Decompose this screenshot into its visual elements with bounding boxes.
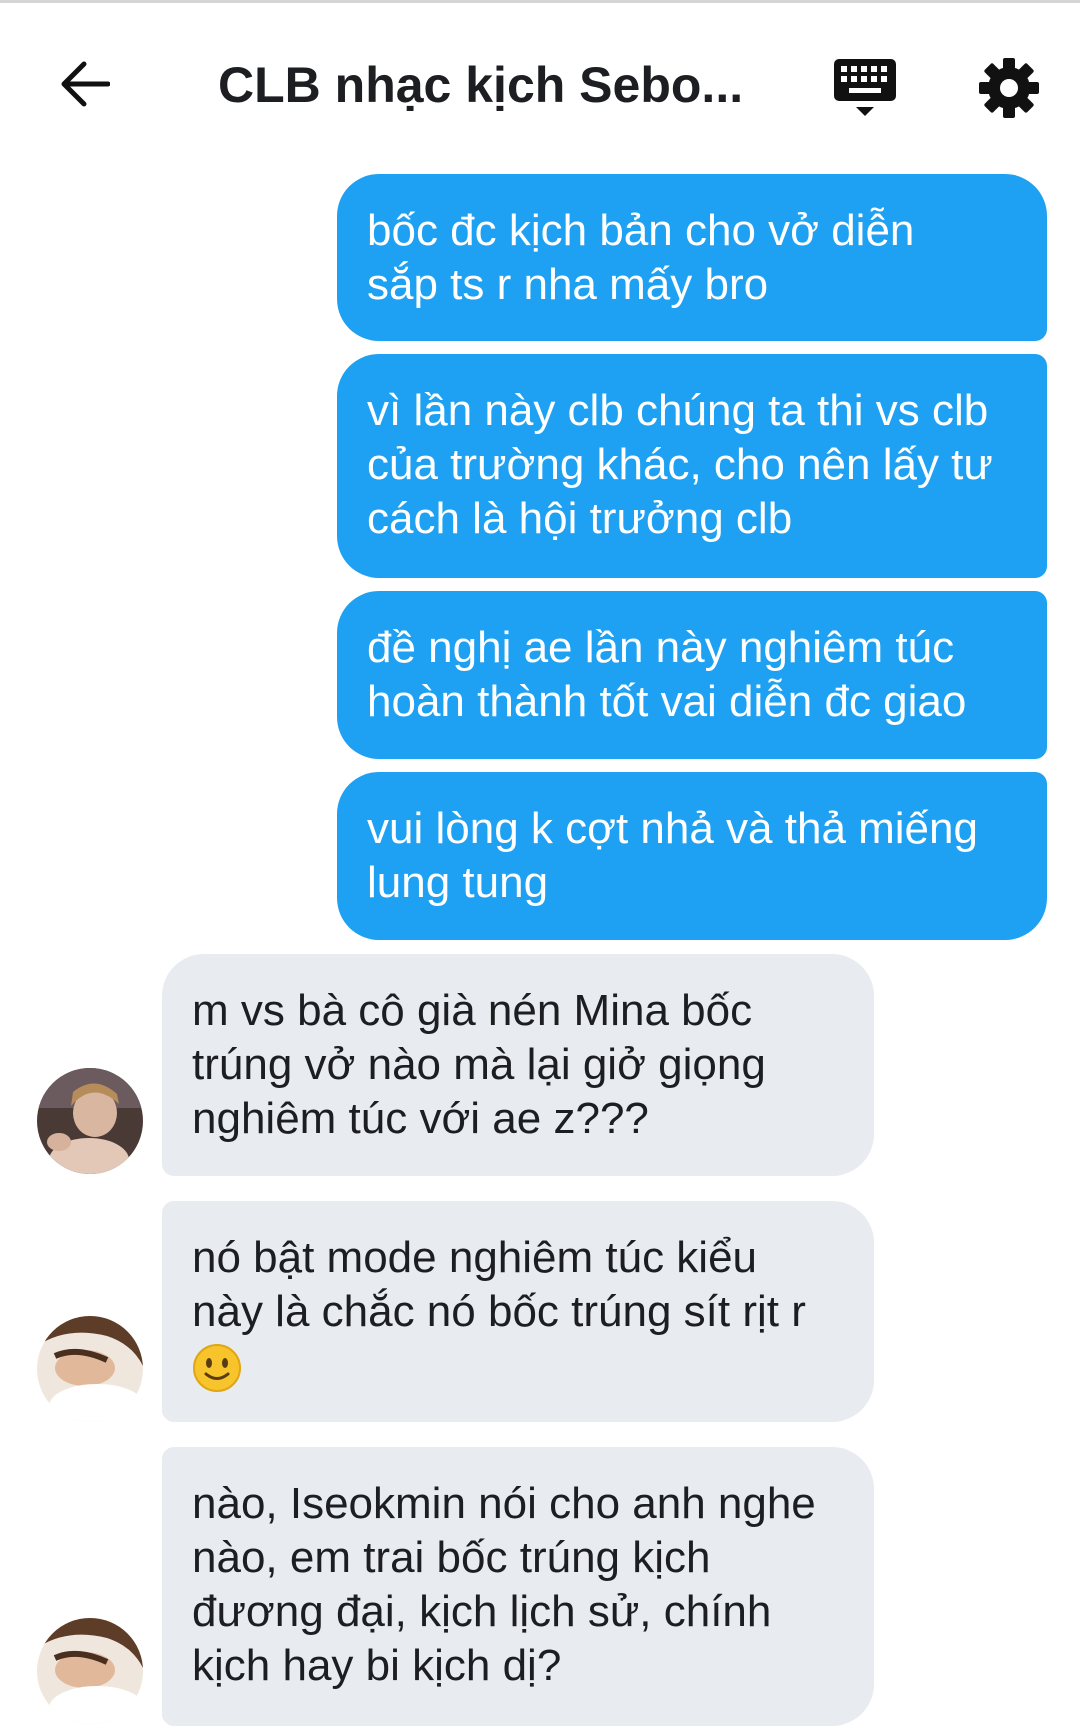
message-line: này là chắc nó bốc trúng sít rịt r xyxy=(192,1287,806,1336)
avatar[interactable] xyxy=(37,1316,143,1422)
arrow-left-icon xyxy=(61,61,110,107)
message-line: sắp ts r nha mấy bro xyxy=(367,260,769,309)
message-line: lung tung xyxy=(367,858,549,907)
back-button[interactable] xyxy=(48,48,120,120)
message-line: vui lòng k cợt nhả và thả miếng xyxy=(367,804,978,853)
message-line: của trường khác, cho nên lấy tư xyxy=(367,440,993,489)
settings-button[interactable] xyxy=(974,53,1044,123)
outgoing-message[interactable]: vì lần này clb chúng ta thi vs clb của t… xyxy=(337,354,1047,578)
message-line: m vs bà cô già nén Mina bốc xyxy=(192,986,753,1035)
message-line: kịch hay bi kịch dị? xyxy=(192,1641,562,1690)
keyboard-icon xyxy=(834,59,896,116)
incoming-message[interactable]: nào, Iseokmin nói cho anh nghe nào, em t… xyxy=(162,1447,874,1726)
message-line: nó bật mode nghiêm túc kiểu xyxy=(192,1233,758,1282)
avatar[interactable] xyxy=(37,1618,143,1724)
outgoing-message[interactable]: bốc đc kịch bản cho vở diễn sắp ts r nha… xyxy=(337,174,1047,341)
conversation-title[interactable]: CLB nhạc kịch Sebo... xyxy=(218,55,743,115)
keyboard-button[interactable] xyxy=(830,55,900,125)
message-line: đương đại, kịch lịch sử, chính xyxy=(192,1587,772,1636)
message-line: bốc đc kịch bản cho vở diễn xyxy=(367,206,915,255)
message-line: cách là hội trưởng clb xyxy=(367,494,793,543)
message-line: nghiêm túc với ae z??? xyxy=(192,1094,649,1143)
chat-header: CLB nhạc kịch Sebo... xyxy=(0,3,1080,163)
message-line: hoàn thành tốt vai diễn đc giao xyxy=(367,677,967,726)
outgoing-message[interactable]: vui lòng k cợt nhả và thả miếng lung tun… xyxy=(337,772,1047,940)
incoming-message[interactable]: nó bật mode nghiêm túc kiểu này là chắc … xyxy=(162,1201,874,1422)
slightly-smiling-face-icon xyxy=(192,1343,844,1406)
incoming-message[interactable]: m vs bà cô già nén Mina bốc trúng vở nào… xyxy=(162,954,874,1176)
message-line: trúng vở nào mà lại giở giọng xyxy=(192,1040,766,1089)
message-line: đề nghị ae lần này nghiêm túc xyxy=(367,623,955,672)
gear-icon xyxy=(979,58,1039,118)
message-line: nào, em trai bốc trúng kịch xyxy=(192,1533,711,1582)
message-line: vì lần này clb chúng ta thi vs clb xyxy=(367,386,989,435)
outgoing-message[interactable]: đề nghị ae lần này nghiêm túc hoàn thành… xyxy=(337,591,1047,759)
message-line: nào, Iseokmin nói cho anh nghe xyxy=(192,1479,816,1528)
avatar[interactable] xyxy=(37,1068,143,1174)
